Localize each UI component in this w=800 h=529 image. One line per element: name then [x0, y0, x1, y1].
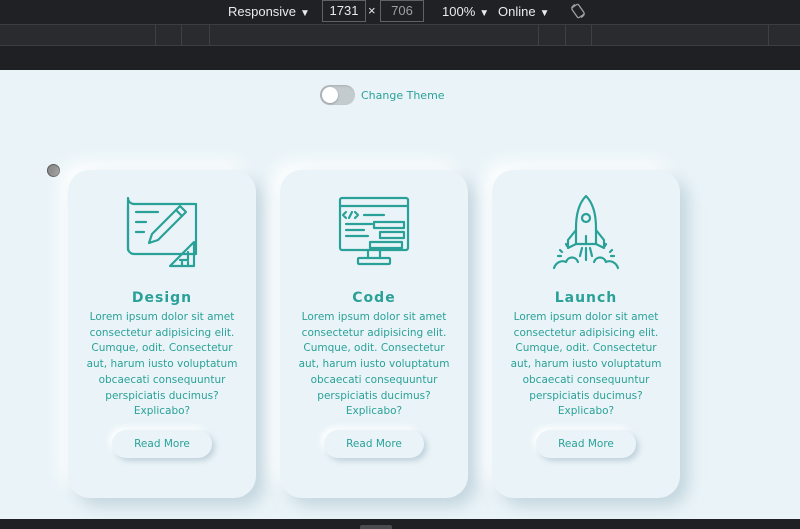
service-card-design: Design Lorem ipsum dolor sit amet consec…: [68, 170, 256, 498]
toggle-switch[interactable]: [320, 85, 355, 105]
theme-toggle[interactable]: Change Theme: [320, 85, 445, 105]
card-title: Design: [131, 290, 193, 306]
card-title: Code: [352, 290, 396, 306]
media-query-bar: [0, 24, 800, 46]
media-query-segment[interactable]: [538, 25, 539, 45]
code-monitor-icon: [338, 196, 410, 266]
caret-down-icon: ▼: [299, 8, 310, 19]
throttle-select[interactable]: Online ▼: [498, 3, 549, 21]
service-card-launch: Launch Lorem ipsum dolor sit amet consec…: [492, 170, 680, 498]
device-label: Responsive: [228, 4, 296, 19]
toggle-knob: [322, 87, 338, 103]
height-input[interactable]: 706: [380, 0, 424, 22]
read-more-button[interactable]: Read More: [112, 430, 212, 458]
media-query-segment[interactable]: [591, 25, 592, 45]
resize-handle[interactable]: [360, 525, 392, 529]
rocket-launch-icon: [552, 194, 620, 270]
toggle-label: Change Theme: [361, 88, 445, 102]
read-more-button[interactable]: Read More: [536, 430, 636, 458]
card-description: Lorem ipsum dolor sit amet consectetur a…: [510, 311, 662, 418]
card-title: Launch: [554, 290, 618, 306]
throttle-label: Online: [498, 4, 536, 19]
caret-down-icon: ▼: [539, 8, 550, 19]
zoom-select[interactable]: 100% ▼: [442, 3, 489, 21]
times-icon: ×: [368, 3, 376, 18]
ruler-band: [0, 46, 800, 70]
media-query-segment[interactable]: [209, 25, 210, 45]
service-card-code: Code Lorem ipsum dolor sit amet consecte…: [280, 170, 468, 498]
width-input[interactable]: 1731: [322, 0, 366, 22]
read-more-button[interactable]: Read More: [324, 430, 424, 458]
touch-cursor-icon: [47, 164, 60, 177]
rotate-icon[interactable]: [570, 3, 586, 19]
card-description: Lorem ipsum dolor sit amet consectetur a…: [298, 311, 450, 418]
media-query-segment[interactable]: [565, 25, 566, 45]
card-description: Lorem ipsum dolor sit amet consectetur a…: [86, 311, 238, 418]
design-drafting-icon: [126, 196, 198, 268]
devtools-bottom-bar: [0, 519, 800, 529]
page-viewport: Change Theme Design Lorem ipsum dolor si…: [0, 70, 800, 519]
device-select[interactable]: Responsive ▼: [228, 3, 310, 21]
device-toolbar: Responsive ▼ 1731 × 706 100% ▼ Online ▼: [0, 0, 800, 24]
zoom-label: 100%: [442, 4, 476, 19]
caret-down-icon: ▼: [479, 8, 490, 19]
media-query-segment[interactable]: [181, 25, 182, 45]
media-query-segment[interactable]: [155, 25, 156, 45]
media-query-segment[interactable]: [768, 25, 769, 45]
